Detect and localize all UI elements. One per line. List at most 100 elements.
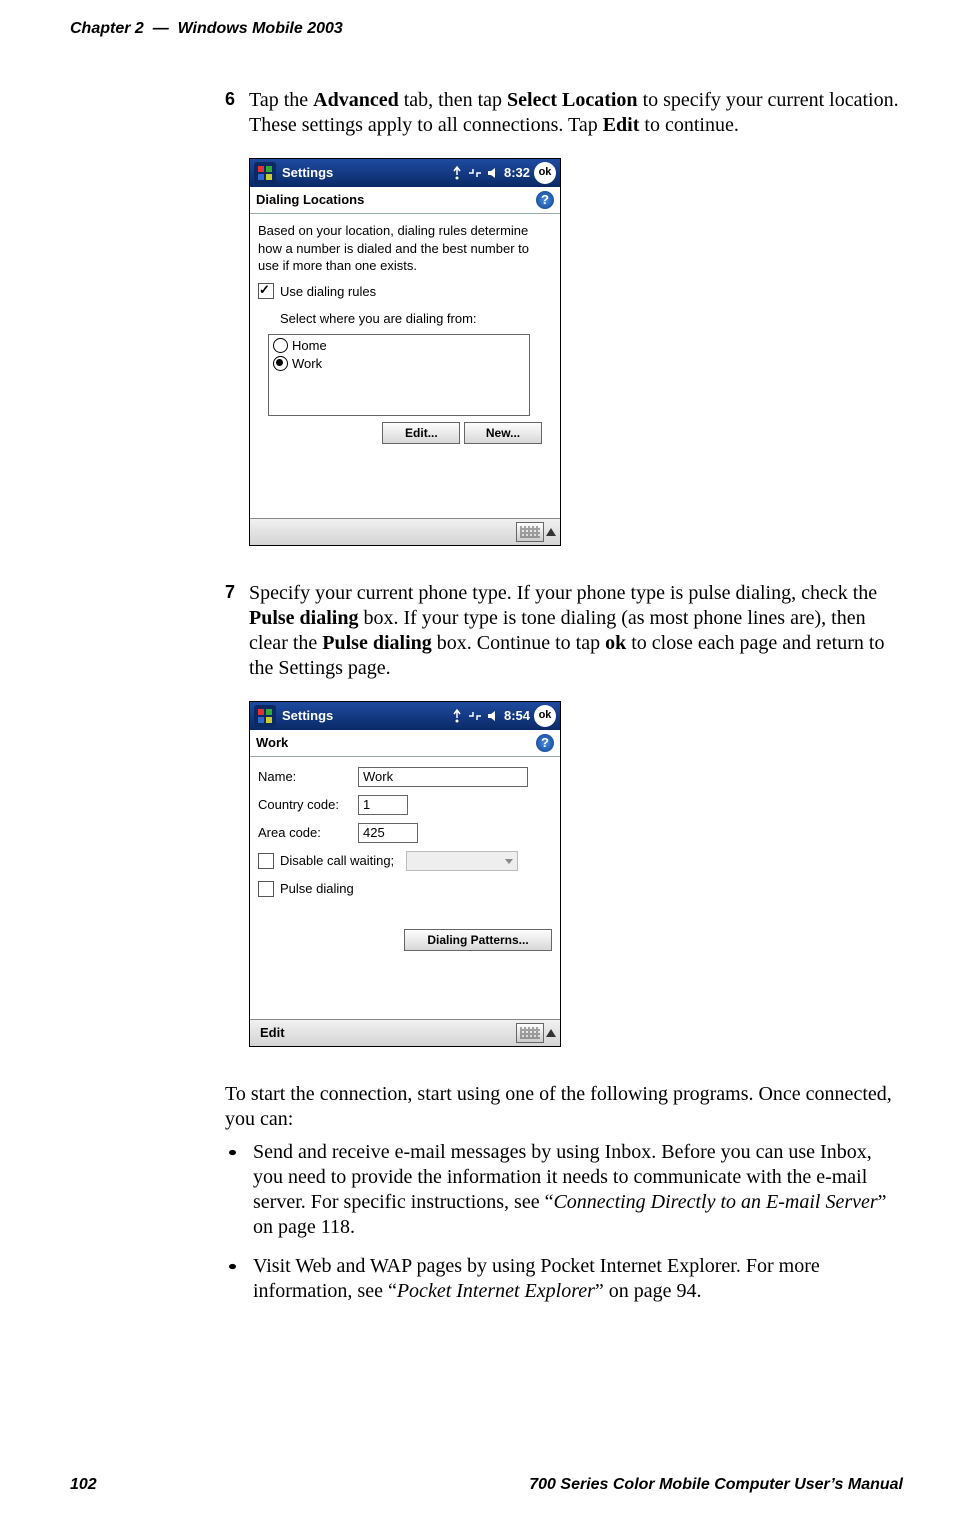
new-button[interactable]: New... bbox=[464, 422, 542, 444]
content-area: 6 Tap the Advanced tab, then tap Select … bbox=[0, 38, 973, 1304]
system-tray: 8:32 bbox=[450, 165, 530, 181]
header-left: Chapter 2 — Windows Mobile 2003 bbox=[70, 20, 343, 38]
row-disable-call-waiting: Disable call waiting; bbox=[258, 849, 552, 873]
checkbox-label: Pulse dialing bbox=[280, 880, 354, 898]
panel-header: Dialing Locations ? bbox=[250, 187, 560, 214]
signal-icon bbox=[450, 709, 464, 723]
location-listbox[interactable]: Home Work bbox=[268, 334, 530, 416]
radio-icon bbox=[273, 356, 288, 371]
row-country-code: Country code: bbox=[258, 793, 552, 817]
text: Tap the bbox=[249, 89, 313, 111]
select-from-label: Select where you are dialing from: bbox=[280, 310, 552, 328]
keyboard-icon[interactable] bbox=[516, 522, 544, 542]
text: Specify your current phone type. If your… bbox=[249, 582, 877, 604]
device-frame: Settings 8:54 ok bbox=[249, 701, 561, 1047]
option-label: Work bbox=[292, 355, 322, 373]
screenshot-work-settings: Settings 8:54 ok bbox=[249, 701, 563, 1047]
checkbox-label: Disable call waiting; bbox=[280, 852, 394, 870]
term-pulse-dialing: Pulse dialing bbox=[249, 607, 358, 629]
title-bar: Settings 8:54 ok bbox=[250, 702, 560, 730]
term-select-location: Select Location bbox=[507, 89, 638, 111]
panel-body: Name: Country code: Area code: bbox=[250, 757, 560, 1019]
radio-icon bbox=[273, 338, 288, 353]
disable-call-waiting-checkbox[interactable]: Disable call waiting; bbox=[258, 852, 394, 870]
step-6: 6 Tap the Advanced tab, then tap Select … bbox=[225, 88, 903, 138]
page: Chapter 2 — Windows Mobile 2003 6 Tap th… bbox=[0, 0, 973, 1519]
name-field[interactable] bbox=[358, 767, 528, 787]
checkbox-icon bbox=[258, 881, 274, 897]
help-icon[interactable]: ? bbox=[536, 734, 554, 752]
edit-button[interactable]: Edit... bbox=[382, 422, 460, 444]
option-label: Home bbox=[292, 337, 327, 355]
description-text: Based on your location, dialing rules de… bbox=[258, 222, 552, 275]
page-number: 102 bbox=[70, 1476, 97, 1494]
label-country-code: Country code: bbox=[258, 796, 358, 814]
panel-header: Work ? bbox=[250, 730, 560, 757]
title-bar: Settings 8:32 ok bbox=[250, 159, 560, 187]
ok-button[interactable]: ok bbox=[534, 705, 556, 727]
text: ” on page 94. bbox=[595, 1280, 702, 1302]
checkbox-label: Use dialing rules bbox=[280, 283, 376, 301]
start-icon[interactable] bbox=[254, 162, 276, 184]
device-frame: Settings 8:32 ok bbox=[249, 158, 561, 546]
sip-menu-icon[interactable] bbox=[546, 1029, 556, 1037]
connection-icon bbox=[468, 166, 482, 180]
keyboard-icon[interactable] bbox=[516, 1023, 544, 1043]
text: box. Continue to tap bbox=[432, 632, 605, 654]
step-text: Specify your current phone type. If your… bbox=[249, 581, 903, 681]
label-name: Name: bbox=[258, 768, 358, 786]
closing-paragraph: To start the connection, start using one… bbox=[225, 1082, 903, 1132]
command-bar: Edit bbox=[250, 1019, 560, 1046]
clock: 8:54 bbox=[504, 708, 530, 724]
bullet-inbox: Send and receive e-mail messages by usin… bbox=[225, 1140, 903, 1240]
term-ok: ok bbox=[605, 632, 626, 654]
running-footer: 102 700 Series Color Mobile Computer Use… bbox=[70, 1476, 903, 1494]
row-name: Name: bbox=[258, 765, 552, 789]
system-tray: 8:54 bbox=[450, 708, 530, 724]
checkbox-icon bbox=[258, 283, 274, 299]
checkbox-icon bbox=[258, 853, 274, 869]
step-7: 7 Specify your current phone type. If yo… bbox=[225, 581, 903, 681]
panel-title: Work bbox=[256, 735, 288, 751]
app-title: Settings bbox=[282, 708, 450, 724]
bullet-list: Send and receive e-mail messages by usin… bbox=[225, 1140, 903, 1304]
speaker-icon bbox=[486, 166, 500, 180]
panel-body: Based on your location, dialing rules de… bbox=[250, 214, 560, 518]
location-option-work[interactable]: Work bbox=[273, 355, 529, 373]
ok-button[interactable]: ok bbox=[534, 162, 556, 184]
step-number: 7 bbox=[225, 581, 249, 681]
help-icon[interactable]: ? bbox=[536, 191, 554, 209]
header-chapter: Chapter 2 bbox=[70, 20, 144, 37]
clock: 8:32 bbox=[504, 165, 530, 181]
text: to continue. bbox=[639, 114, 738, 136]
row-area-code: Area code: bbox=[258, 821, 552, 845]
button-row: Dialing Patterns... bbox=[258, 929, 552, 951]
location-option-home[interactable]: Home bbox=[273, 337, 529, 355]
pulse-dialing-checkbox[interactable]: Pulse dialing bbox=[258, 880, 354, 898]
step-number: 6 bbox=[225, 88, 249, 138]
term-edit: Edit bbox=[603, 114, 640, 136]
connection-icon bbox=[468, 709, 482, 723]
panel-title: Dialing Locations bbox=[256, 192, 364, 208]
sip-menu-icon[interactable] bbox=[546, 528, 556, 536]
dialing-patterns-button[interactable]: Dialing Patterns... bbox=[404, 929, 552, 951]
running-header: Chapter 2 — Windows Mobile 2003 bbox=[0, 0, 973, 38]
sip-bar bbox=[250, 518, 560, 545]
use-dialing-rules-checkbox[interactable]: Use dialing rules bbox=[258, 283, 376, 301]
call-waiting-dropdown[interactable] bbox=[406, 851, 518, 871]
bullet-pie: Visit Web and WAP pages by using Pocket … bbox=[225, 1254, 903, 1304]
start-icon[interactable] bbox=[254, 705, 276, 727]
screenshot-dialing-locations: Settings 8:32 ok bbox=[249, 158, 563, 546]
signal-icon bbox=[450, 166, 464, 180]
cross-ref: Connecting Directly to an E-mail Server bbox=[553, 1191, 877, 1213]
row-pulse-dialing: Pulse dialing bbox=[258, 877, 552, 901]
term-advanced: Advanced bbox=[313, 89, 399, 111]
country-code-field[interactable] bbox=[358, 795, 408, 815]
menu-edit[interactable]: Edit bbox=[254, 1025, 285, 1041]
step-text: Tap the Advanced tab, then tap Select Lo… bbox=[249, 88, 903, 138]
cross-ref: Pocket Internet Explorer bbox=[397, 1280, 595, 1302]
app-title: Settings bbox=[282, 165, 450, 181]
area-code-field[interactable] bbox=[358, 823, 418, 843]
header-title: Windows Mobile 2003 bbox=[178, 20, 343, 37]
header-sep: — bbox=[153, 20, 169, 37]
